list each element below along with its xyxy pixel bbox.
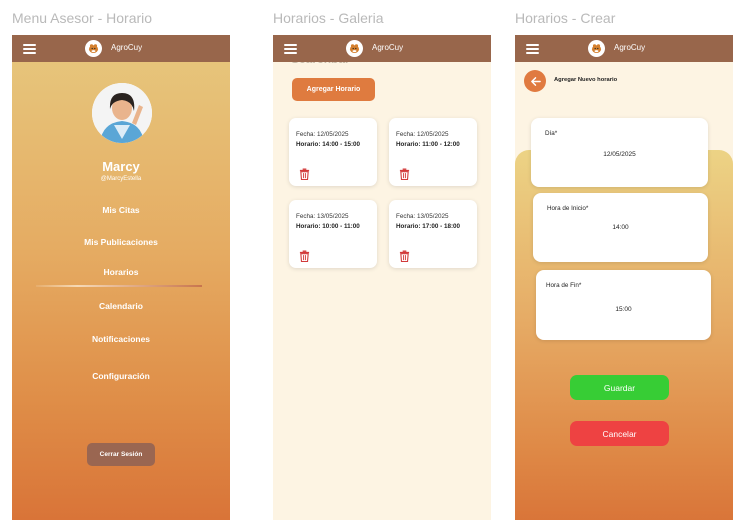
- back-button[interactable]: [524, 70, 546, 92]
- trash-icon[interactable]: [399, 250, 410, 262]
- card-hour: Horario: 17:00 - 18:00: [396, 223, 461, 230]
- end-time-label: Hora de Fin*: [546, 282, 582, 289]
- gallery-screen: Searchbar AgroCuy Agregar Horario Fecha:…: [273, 35, 491, 520]
- save-button[interactable]: Guardar: [570, 375, 669, 400]
- menu-item-horarios[interactable]: Horarios: [12, 267, 230, 277]
- card-hour: Horario: 10:00 - 11:00: [296, 223, 360, 230]
- card-hour: Horario: 11:00 - 12:00: [396, 141, 460, 148]
- frame-title-menu: Menu Asesor - Horario: [12, 10, 153, 26]
- create-screen: AgroCuy Agregar Nuevo horario Día* 12/05…: [515, 35, 733, 520]
- top-bar: AgroCuy: [515, 35, 733, 62]
- agrocuy-logo: [588, 40, 605, 57]
- card-date: Fecha: 12/05/2025: [396, 131, 449, 138]
- hamburger-menu-icon[interactable]: [526, 44, 539, 54]
- end-time-field[interactable]: Hora de Fin* 15:00: [536, 270, 711, 340]
- frame-title-create: Horarios - Crear: [515, 10, 616, 26]
- day-label: Día*: [545, 130, 558, 137]
- hamburger-menu-icon[interactable]: [23, 44, 36, 54]
- menu-screen: AgroCuy Marcy @MarcyEstella Mis Citas Mi…: [12, 35, 230, 520]
- schedule-card[interactable]: Fecha: 13/05/2025 Horario: 17:00 - 18:00: [389, 200, 477, 268]
- schedule-card[interactable]: Fecha: 12/05/2025 Horario: 11:00 - 12:00: [389, 118, 477, 186]
- menu-item-notificaciones[interactable]: Notificaciones: [12, 334, 230, 344]
- brand-name: AgroCuy: [111, 43, 143, 52]
- menu-item-mis-publicaciones[interactable]: Mis Publicaciones: [12, 237, 230, 247]
- start-time-field[interactable]: Hora de Inicio* 14:00: [533, 193, 708, 262]
- card-date: Fecha: 13/05/2025: [296, 213, 349, 220]
- day-field[interactable]: Día* 12/05/2025: [531, 118, 708, 187]
- brand-name: AgroCuy: [372, 43, 404, 52]
- agrocuy-logo: [346, 40, 363, 57]
- brand-name: AgroCuy: [614, 43, 646, 52]
- logout-button[interactable]: Cerrar Sesión: [87, 443, 155, 466]
- top-bar: AgroCuy: [12, 35, 230, 62]
- day-value: 12/05/2025: [603, 151, 636, 158]
- frame-title-gallery: Horarios - Galeria: [273, 10, 384, 26]
- user-name: Marcy: [102, 159, 140, 174]
- schedule-card[interactable]: Fecha: 13/05/2025 Horario: 10:00 - 11:00: [289, 200, 377, 268]
- agrocuy-logo: [85, 40, 102, 57]
- end-time-value: 15:00: [615, 306, 632, 313]
- menu-item-calendario[interactable]: Calendario: [12, 301, 230, 311]
- start-time-value: 14:00: [612, 224, 629, 231]
- page-title: Agregar Nuevo horario: [554, 77, 618, 83]
- card-date: Fecha: 13/05/2025: [396, 213, 449, 220]
- start-time-label: Hora de Inicio*: [547, 205, 589, 212]
- trash-icon[interactable]: [299, 168, 310, 180]
- menu-item-mis-citas[interactable]: Mis Citas: [12, 205, 230, 215]
- hamburger-menu-icon[interactable]: [284, 44, 297, 54]
- card-date: Fecha: 12/05/2025: [296, 131, 349, 138]
- user-handle: @MarcyEstella: [100, 176, 142, 182]
- active-item-underline: [36, 285, 202, 287]
- top-bar: AgroCuy: [273, 35, 491, 62]
- schedule-card[interactable]: Fecha: 12/05/2025 Horario: 14:00 - 15:00: [289, 118, 377, 186]
- menu-item-configuracion[interactable]: Configuración: [12, 371, 230, 381]
- trash-icon[interactable]: [299, 250, 310, 262]
- avatar: [92, 83, 152, 143]
- trash-icon[interactable]: [399, 168, 410, 180]
- card-hour: Horario: 14:00 - 15:00: [296, 141, 361, 148]
- add-schedule-button[interactable]: Agregar Horario: [292, 78, 375, 101]
- cancel-button[interactable]: Cancelar: [570, 421, 669, 446]
- arrow-left-icon: [530, 76, 541, 86]
